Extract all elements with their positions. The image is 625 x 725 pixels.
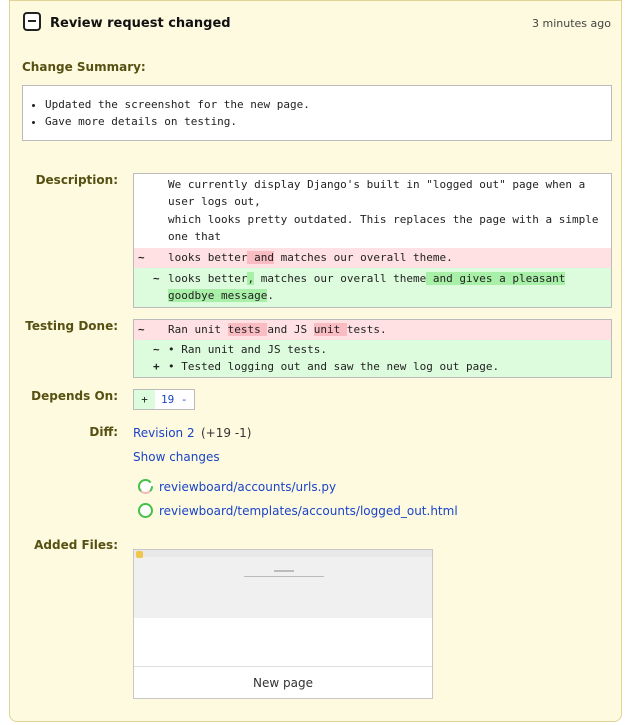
- diff-file-row: reviewboard/accounts/urls.py: [138, 479, 336, 494]
- removed-marker: ~: [138, 323, 145, 336]
- description-inserted-line: ~ looks better, matches our overall them…: [134, 268, 611, 307]
- added-marker: +: [134, 390, 155, 409]
- depends-on-box: +19 -: [133, 389, 195, 410]
- summary-item: Gave more details on testing.: [45, 113, 611, 130]
- attachment-caption: New page: [134, 666, 432, 698]
- testing-removed-line: ~ Ran unit tests and JS unit tests.: [134, 320, 611, 340]
- file-attachment-thumbnail[interactable]: New page: [133, 549, 433, 699]
- depends-on-link[interactable]: 19 -: [155, 390, 194, 409]
- added-marker: +: [153, 360, 160, 373]
- logo-icon: [136, 551, 143, 558]
- description-label: Description:: [35, 173, 118, 187]
- change-summary-box: Updated the screenshot for the new page.…: [22, 85, 612, 141]
- testing-inserted-line: ~ • Ran unit and JS tests.: [134, 340, 611, 358]
- preview-line: [244, 576, 324, 577]
- file-link[interactable]: reviewboard/templates/accounts/logged_ou…: [159, 504, 458, 518]
- diff-file-row: reviewboard/templates/accounts/logged_ou…: [138, 503, 458, 518]
- summary-item: Updated the screenshot for the new page.: [45, 96, 611, 113]
- show-changes-link[interactable]: Show changes: [133, 450, 220, 464]
- timestamp: 3 minutes ago: [532, 17, 611, 30]
- diff-label: Diff:: [89, 425, 118, 439]
- revision-link[interactable]: Revision 2: [133, 426, 195, 440]
- description-diff: We currently display Django's built in "…: [133, 173, 612, 308]
- description-removed-line: ~ looks better and matches our overall t…: [134, 248, 611, 268]
- file-status-icon: [138, 503, 153, 518]
- preview-header: [134, 550, 432, 557]
- file-status-icon: [138, 479, 153, 494]
- depends-on-label: Depends On:: [31, 389, 118, 403]
- testing-done-label: Testing Done:: [25, 319, 118, 333]
- screenshot-preview: [134, 550, 432, 618]
- added-files-label: Added Files:: [34, 538, 118, 552]
- removed-marker: ~: [138, 251, 145, 264]
- inserted-marker: ~: [153, 343, 160, 356]
- box-title: Review request changed: [50, 16, 231, 31]
- testing-inserted-line: + • Tested logging out and saw the new l…: [134, 358, 611, 377]
- inserted-marker: ~: [153, 272, 160, 285]
- review-request-changed-box: Review request changed 3 minutes ago Cha…: [9, 0, 622, 722]
- testing-done-diff: ~ Ran unit tests and JS unit tests. ~ • …: [133, 319, 612, 378]
- preview-line: [274, 570, 294, 572]
- description-line: which looks pretty outdated. This replac…: [168, 213, 599, 243]
- diff-line-counts: (+19 -1): [201, 426, 252, 440]
- description-line: We currently display Django's built in "…: [168, 178, 586, 208]
- change-summary-label: Change Summary:: [22, 60, 146, 74]
- file-link[interactable]: reviewboard/accounts/urls.py: [159, 480, 336, 494]
- collapse-icon[interactable]: [23, 12, 41, 31]
